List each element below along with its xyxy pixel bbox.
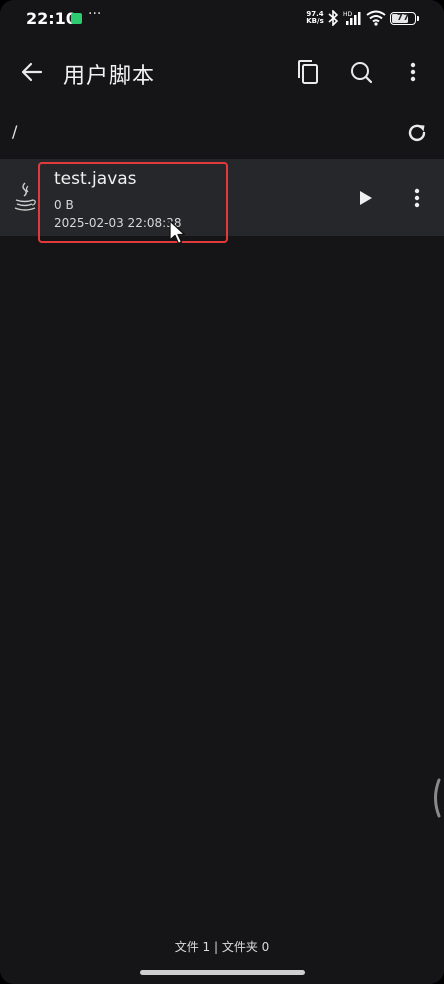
status-time: 22:10	[26, 9, 77, 28]
home-indicator[interactable]	[140, 970, 305, 975]
bluetooth-icon	[327, 9, 339, 30]
java-file-icon	[12, 181, 38, 215]
more-vert-icon	[410, 62, 416, 82]
more-notifications-icon: ···	[88, 6, 102, 22]
current-path: /	[12, 122, 18, 141]
refresh-icon	[408, 124, 426, 142]
battery-icon: 77	[390, 12, 419, 25]
phone-screen: 22:10 ··· 97.4 KB/s HD 77 用户脚本 / test.ja…	[0, 0, 444, 984]
path-bar: /	[0, 112, 444, 154]
play-icon	[360, 191, 372, 205]
network-speed: 97.4 KB/s	[305, 11, 325, 25]
highlight-annotation-box	[38, 162, 228, 243]
more-options-button[interactable]	[393, 52, 433, 92]
wifi-icon	[366, 10, 386, 30]
status-bar: 22:10 ··· 97.4 KB/s HD 77	[0, 0, 444, 38]
run-script-button[interactable]	[346, 178, 386, 218]
more-vert-icon	[414, 188, 420, 208]
search-icon	[351, 62, 373, 84]
refresh-button[interactable]	[397, 113, 437, 153]
network-type-label: HD	[343, 11, 353, 18]
edge-gesture-handle[interactable]	[431, 778, 441, 822]
back-button[interactable]	[12, 52, 52, 92]
file-more-options-button[interactable]	[397, 178, 437, 218]
network-speed-unit: KB/s	[306, 17, 324, 25]
cellular-signal-icon: HD	[343, 10, 363, 30]
file-count-summary: 文件 1 | 文件夹 0	[174, 940, 270, 954]
app-bar: 用户脚本	[0, 44, 444, 100]
notification-app-icon	[71, 13, 82, 24]
page-title: 用户脚本	[63, 64, 156, 89]
search-button[interactable]	[341, 52, 381, 92]
battery-percent: 77	[396, 13, 410, 23]
arrow-left-icon	[21, 62, 43, 82]
copy-icon	[298, 60, 318, 84]
copy-button[interactable]	[288, 52, 328, 92]
mouse-cursor-icon	[168, 220, 188, 250]
